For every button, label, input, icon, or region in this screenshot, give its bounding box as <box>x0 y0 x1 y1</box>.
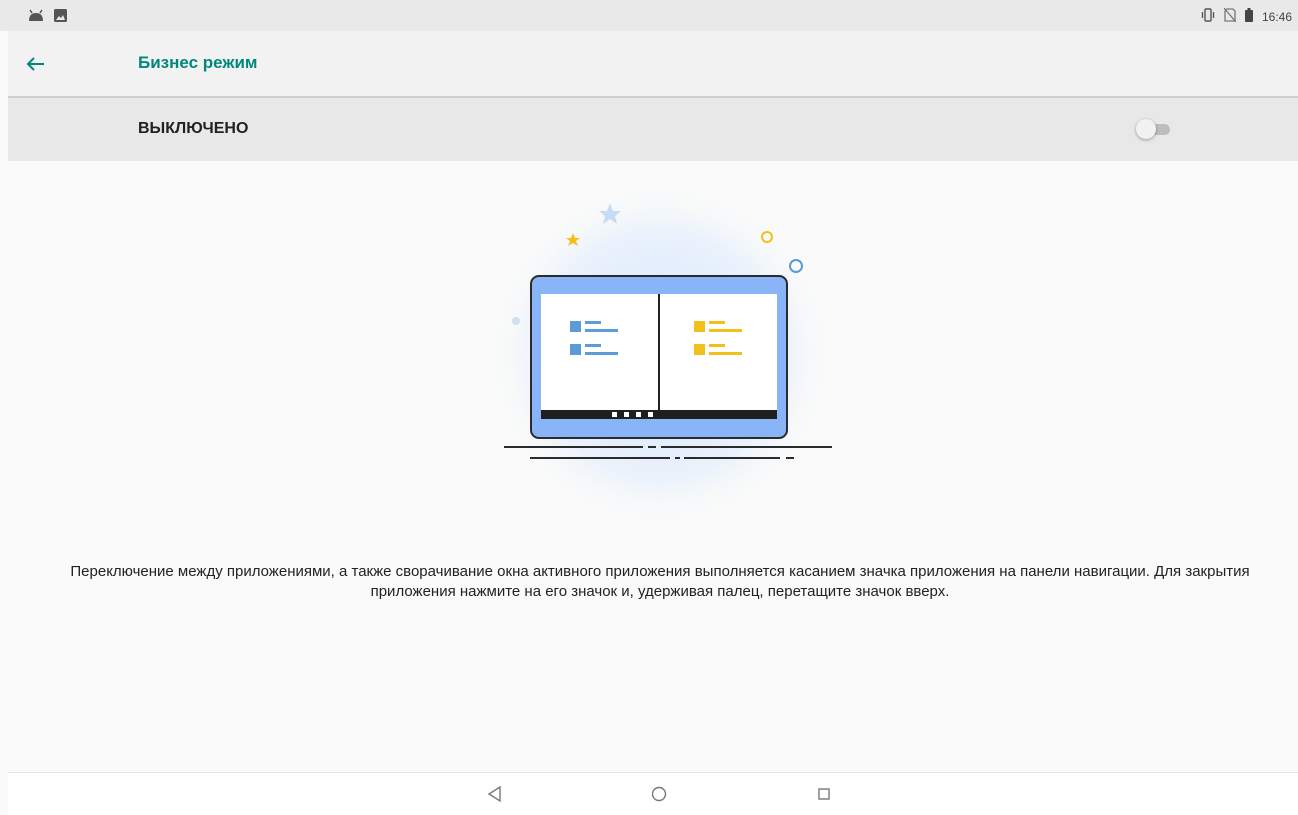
vibrate-icon <box>1201 8 1215 25</box>
recents-square-icon <box>814 788 834 808</box>
back-button[interactable] <box>22 51 50 77</box>
status-right-icons: 16:46 <box>1201 7 1292 25</box>
status-left-icons <box>28 9 67 27</box>
image-notification-icon <box>54 9 67 27</box>
split-screen-tablet-icon <box>470 180 850 530</box>
business-mode-description: Переключение между приложениями, а также… <box>70 563 1250 600</box>
nav-back-button[interactable] <box>485 784 505 804</box>
nav-home-button[interactable] <box>649 784 669 804</box>
app-bar: Бизнес режим <box>8 31 1298 98</box>
status-bar: 16:46 <box>0 0 1298 31</box>
clock-time: 16:46 <box>1261 9 1292 24</box>
back-triangle-icon <box>485 785 505 808</box>
home-circle-icon <box>649 786 669 808</box>
system-navigation-bar <box>8 772 1298 815</box>
no-sim-icon <box>1223 7 1237 25</box>
business-mode-toggle[interactable] <box>1136 119 1172 139</box>
toggle-thumb <box>1136 119 1156 139</box>
nav-recents-button[interactable] <box>814 784 834 804</box>
master-switch-label: ВЫКЛЮЧЕНО <box>138 120 249 137</box>
arrow-left-icon <box>22 57 50 81</box>
page-title: Бизнес режим <box>138 53 258 72</box>
android-debug-icon <box>28 9 44 27</box>
battery-icon <box>1244 8 1253 25</box>
master-switch-row[interactable]: ВЫКЛЮЧЕНО <box>8 98 1298 161</box>
